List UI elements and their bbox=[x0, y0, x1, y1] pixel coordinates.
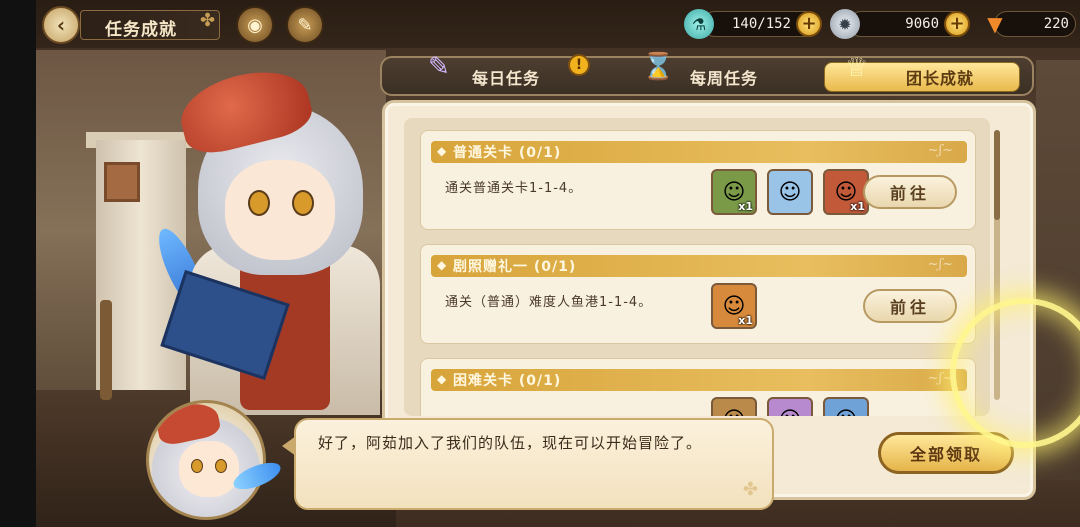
character-card-icon: ☺ bbox=[769, 399, 811, 417]
reward-quantity: x1 bbox=[738, 314, 753, 327]
reward-item[interactable]: ☺ bbox=[823, 397, 869, 416]
reward-item[interactable]: ☺ bbox=[711, 397, 757, 416]
gear-coin-icon: ✹ bbox=[830, 9, 860, 39]
stamina-value: 140/152 bbox=[731, 16, 791, 32]
reward-quantity: x1 bbox=[850, 200, 865, 213]
page-title-plate: 任务成就 bbox=[80, 10, 220, 40]
tab-weekly-tasks[interactable]: ⌛ 每周任务 bbox=[606, 52, 812, 92]
reward-item[interactable]: ☺ bbox=[767, 169, 813, 215]
coins-value: 9060 bbox=[905, 16, 939, 32]
tab-label: 每日任务 bbox=[471, 69, 540, 88]
task-description: 通关普通关卡1-1-4。 bbox=[445, 181, 583, 196]
task-title: 普通关卡 (0/1) bbox=[453, 145, 562, 161]
tab-label: 每周任务 bbox=[689, 69, 758, 88]
scrollbar-thumb[interactable] bbox=[994, 130, 1000, 220]
character-face bbox=[225, 160, 335, 260]
task-title: 剧照赠礼一 (0/1) bbox=[453, 259, 577, 275]
clover-icon: ✤ bbox=[200, 10, 216, 31]
carrot-icon: ▼ bbox=[987, 12, 1003, 36]
avatar-eye bbox=[191, 459, 203, 473]
speaker-avatar bbox=[146, 400, 266, 520]
dialog-text: 好了，阿茹加入了我们的队伍，现在可以开始冒险了。 bbox=[318, 434, 703, 452]
task-header: ◆ 普通关卡 (0/1) ~ʃ~ bbox=[431, 141, 967, 163]
screen-edge bbox=[0, 0, 36, 527]
diamond-bullet-icon: ◆ bbox=[437, 372, 447, 386]
diamond-bullet-icon: ◆ bbox=[437, 258, 447, 272]
background-picture-frame bbox=[104, 162, 140, 202]
character-card-icon: ☺ bbox=[825, 399, 867, 417]
reward-quantity: x1 bbox=[738, 200, 753, 213]
dialog-bubble[interactable]: 好了，阿茹加入了我们的队伍，现在可以开始冒险了。 ✤ bbox=[282, 418, 774, 510]
go-button[interactable]: 前往 bbox=[863, 175, 957, 209]
guide-character-illustration bbox=[150, 60, 390, 415]
tab-leader-achievements[interactable]: ♕ 团长成就 bbox=[824, 53, 1020, 92]
reward-item[interactable]: ☺ x1 bbox=[711, 283, 757, 329]
avatar-eye bbox=[215, 459, 227, 473]
flourish-ornament: ~ʃ~ bbox=[927, 257, 953, 272]
task-item: ◆ 剧照赠礼一 (0/1) ~ʃ~ 通关（普通）难度人鱼港1-1-4。 ☺ x1… bbox=[420, 244, 976, 344]
scroll-book-icon[interactable]: ✎ bbox=[286, 6, 324, 44]
hourglass-icon: ⌛ bbox=[642, 52, 675, 82]
clover-icon: ✤ bbox=[742, 479, 758, 500]
chevron-left-icon: ‹ bbox=[56, 13, 66, 37]
reward-item[interactable]: ☺ x1 bbox=[711, 169, 757, 215]
diamond-bullet-icon: ◆ bbox=[437, 144, 447, 158]
add-stamina-button[interactable]: + bbox=[796, 11, 822, 37]
task-description: 通关（普通）难度人鱼港1-1-4。 bbox=[445, 295, 653, 310]
carrots-value: 220 bbox=[1043, 16, 1069, 32]
back-button[interactable]: ‹ bbox=[42, 6, 80, 44]
background-rope-post bbox=[100, 300, 112, 400]
character-card-icon: ☺ bbox=[713, 399, 755, 417]
character-eye bbox=[248, 190, 270, 216]
task-item: ◆ 困难关卡 (0/1) ~ʃ~ ☺ ☺ ☺ bbox=[420, 358, 976, 416]
claim-all-label: 全部领取 bbox=[909, 445, 982, 464]
game-screen: 任务成就 ‹ ✤ ◉ ✎ 140/152 ⚗ + 9060 ✹ + 220 ▼ … bbox=[0, 0, 1080, 527]
go-button-label: 前往 bbox=[889, 184, 930, 203]
page-title: 任务成就 bbox=[105, 20, 177, 40]
go-button[interactable]: 前往 bbox=[863, 289, 957, 323]
task-header: ◆ 剧照赠礼一 (0/1) ~ʃ~ bbox=[431, 255, 967, 277]
character-eye bbox=[292, 190, 314, 216]
eye-emblem-icon[interactable]: ◉ bbox=[236, 6, 274, 44]
task-header: ◆ 困难关卡 (0/1) ~ʃ~ bbox=[431, 369, 967, 391]
flourish-ornament: ~ʃ~ bbox=[927, 143, 953, 158]
trophy-icon: ♕ bbox=[845, 53, 869, 83]
tab-label: 团长成就 bbox=[905, 69, 974, 88]
add-coins-button[interactable]: + bbox=[944, 11, 970, 37]
go-button-label: 前往 bbox=[889, 298, 930, 317]
task-list[interactable]: ◆ 普通关卡 (0/1) ~ʃ~ 通关普通关卡1-1-4。 ☺ x1 ☺ ☺ x… bbox=[404, 118, 990, 416]
character-card-icon: ☺ bbox=[778, 179, 802, 205]
task-title: 困难关卡 (0/1) bbox=[453, 373, 562, 389]
potion-icon: ⚗ bbox=[684, 9, 714, 39]
reward-item[interactable]: ☺ bbox=[767, 397, 813, 416]
avatar-face bbox=[179, 441, 239, 497]
task-tab-bar: ✎ 每日任务 ! ⌛ 每周任务 ♕ 团长成就 bbox=[380, 52, 1034, 96]
tab-daily-tasks[interactable]: ✎ 每日任务 ! bbox=[388, 52, 594, 92]
notification-badge: ! bbox=[568, 54, 590, 76]
book-quill-icon: ✎ bbox=[428, 52, 450, 82]
task-item: ◆ 普通关卡 (0/1) ~ʃ~ 通关普通关卡1-1-4。 ☺ x1 ☺ ☺ x… bbox=[420, 130, 976, 230]
